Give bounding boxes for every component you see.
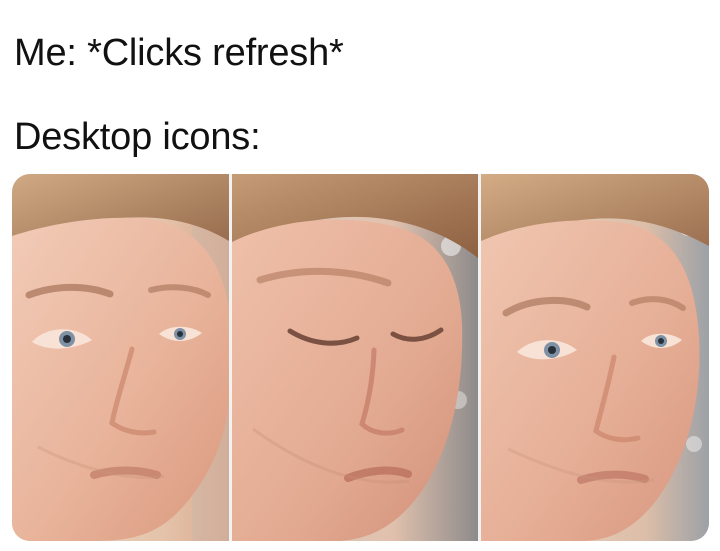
face-illustration-2 (232, 174, 478, 541)
face-illustration-3 (481, 174, 709, 541)
meme-panel-strip (12, 174, 709, 541)
panel-blinking (232, 174, 478, 541)
panel-looking-left-again (481, 174, 709, 541)
caption-desktop-icons-line: Desktop icons: (14, 116, 261, 158)
face-illustration-1 (12, 174, 229, 541)
caption-me-line: Me: *Clicks refresh* (14, 32, 344, 74)
panel-looking-left (12, 174, 229, 541)
